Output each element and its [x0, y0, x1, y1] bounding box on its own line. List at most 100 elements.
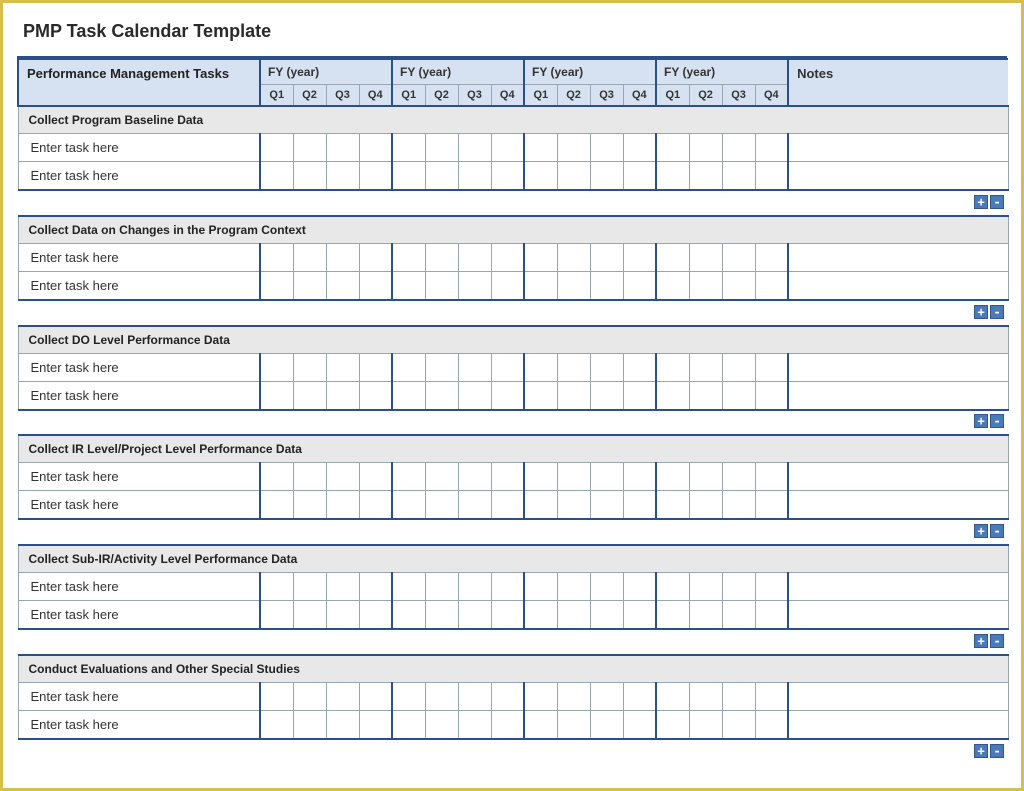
quarter-cell[interactable]: [293, 162, 326, 191]
quarter-cell[interactable]: [458, 601, 491, 630]
quarter-cell[interactable]: [722, 162, 755, 191]
quarter-cell[interactable]: [722, 134, 755, 162]
notes-cell[interactable]: [788, 683, 1008, 711]
quarter-cell[interactable]: [458, 683, 491, 711]
quarter-cell[interactable]: [260, 491, 293, 520]
quarter-cell[interactable]: [392, 134, 425, 162]
quarter-cell[interactable]: [656, 134, 689, 162]
quarter-cell[interactable]: [722, 353, 755, 381]
notes-cell[interactable]: [788, 711, 1008, 740]
quarter-cell[interactable]: [458, 573, 491, 601]
quarter-cell[interactable]: [755, 463, 788, 491]
quarter-cell[interactable]: [755, 683, 788, 711]
quarter-cell[interactable]: [491, 683, 524, 711]
quarter-cell[interactable]: [491, 711, 524, 740]
quarter-cell[interactable]: [293, 271, 326, 300]
quarter-cell[interactable]: [425, 601, 458, 630]
quarter-cell[interactable]: [524, 711, 557, 740]
quarter-cell[interactable]: [656, 601, 689, 630]
quarter-cell[interactable]: [524, 381, 557, 410]
quarter-cell[interactable]: [590, 573, 623, 601]
quarter-cell[interactable]: [689, 381, 722, 410]
quarter-cell[interactable]: [491, 134, 524, 162]
quarter-cell[interactable]: [590, 381, 623, 410]
quarter-cell[interactable]: [557, 243, 590, 271]
quarter-cell[interactable]: [722, 573, 755, 601]
task-cell[interactable]: Enter task here: [18, 601, 260, 630]
quarter-cell[interactable]: [359, 271, 392, 300]
quarter-cell[interactable]: [656, 711, 689, 740]
quarter-cell[interactable]: [491, 463, 524, 491]
quarter-cell[interactable]: [491, 162, 524, 191]
quarter-cell[interactable]: [260, 381, 293, 410]
quarter-cell[interactable]: [392, 381, 425, 410]
quarter-cell[interactable]: [656, 243, 689, 271]
remove-row-button[interactable]: -: [990, 414, 1004, 428]
quarter-cell[interactable]: [623, 463, 656, 491]
quarter-cell[interactable]: [359, 573, 392, 601]
quarter-cell[interactable]: [722, 601, 755, 630]
quarter-cell[interactable]: [458, 134, 491, 162]
quarter-cell[interactable]: [590, 491, 623, 520]
task-cell[interactable]: Enter task here: [18, 463, 260, 491]
quarter-cell[interactable]: [326, 134, 359, 162]
quarter-cell[interactable]: [293, 573, 326, 601]
quarter-cell[interactable]: [623, 353, 656, 381]
quarter-cell[interactable]: [524, 243, 557, 271]
quarter-cell[interactable]: [557, 134, 590, 162]
quarter-cell[interactable]: [425, 573, 458, 601]
notes-cell[interactable]: [788, 134, 1008, 162]
quarter-cell[interactable]: [689, 162, 722, 191]
quarter-cell[interactable]: [623, 271, 656, 300]
quarter-cell[interactable]: [656, 271, 689, 300]
quarter-cell[interactable]: [392, 243, 425, 271]
task-cell[interactable]: Enter task here: [18, 711, 260, 740]
quarter-cell[interactable]: [392, 683, 425, 711]
quarter-cell[interactable]: [359, 243, 392, 271]
quarter-cell[interactable]: [326, 491, 359, 520]
add-row-button[interactable]: +: [974, 524, 988, 538]
task-cell[interactable]: Enter task here: [18, 491, 260, 520]
quarter-cell[interactable]: [656, 381, 689, 410]
quarter-cell[interactable]: [590, 271, 623, 300]
quarter-cell[interactable]: [458, 711, 491, 740]
quarter-cell[interactable]: [458, 463, 491, 491]
add-row-button[interactable]: +: [974, 414, 988, 428]
quarter-cell[interactable]: [623, 162, 656, 191]
quarter-cell[interactable]: [557, 381, 590, 410]
quarter-cell[interactable]: [326, 463, 359, 491]
quarter-cell[interactable]: [425, 271, 458, 300]
quarter-cell[interactable]: [392, 491, 425, 520]
quarter-cell[interactable]: [689, 601, 722, 630]
quarter-cell[interactable]: [689, 243, 722, 271]
quarter-cell[interactable]: [557, 683, 590, 711]
remove-row-button[interactable]: -: [990, 524, 1004, 538]
quarter-cell[interactable]: [491, 271, 524, 300]
quarter-cell[interactable]: [722, 271, 755, 300]
quarter-cell[interactable]: [425, 491, 458, 520]
quarter-cell[interactable]: [392, 353, 425, 381]
quarter-cell[interactable]: [557, 601, 590, 630]
notes-cell[interactable]: [788, 573, 1008, 601]
quarter-cell[interactable]: [425, 463, 458, 491]
quarter-cell[interactable]: [458, 491, 491, 520]
quarter-cell[interactable]: [458, 271, 491, 300]
quarter-cell[interactable]: [326, 601, 359, 630]
quarter-cell[interactable]: [392, 573, 425, 601]
quarter-cell[interactable]: [623, 491, 656, 520]
quarter-cell[interactable]: [623, 243, 656, 271]
quarter-cell[interactable]: [755, 243, 788, 271]
quarter-cell[interactable]: [557, 573, 590, 601]
quarter-cell[interactable]: [590, 601, 623, 630]
quarter-cell[interactable]: [260, 134, 293, 162]
quarter-cell[interactable]: [623, 711, 656, 740]
quarter-cell[interactable]: [590, 683, 623, 711]
quarter-cell[interactable]: [293, 491, 326, 520]
quarter-cell[interactable]: [293, 243, 326, 271]
task-cell[interactable]: Enter task here: [18, 381, 260, 410]
notes-cell[interactable]: [788, 243, 1008, 271]
quarter-cell[interactable]: [623, 683, 656, 711]
quarter-cell[interactable]: [590, 243, 623, 271]
remove-row-button[interactable]: -: [990, 744, 1004, 758]
quarter-cell[interactable]: [590, 162, 623, 191]
